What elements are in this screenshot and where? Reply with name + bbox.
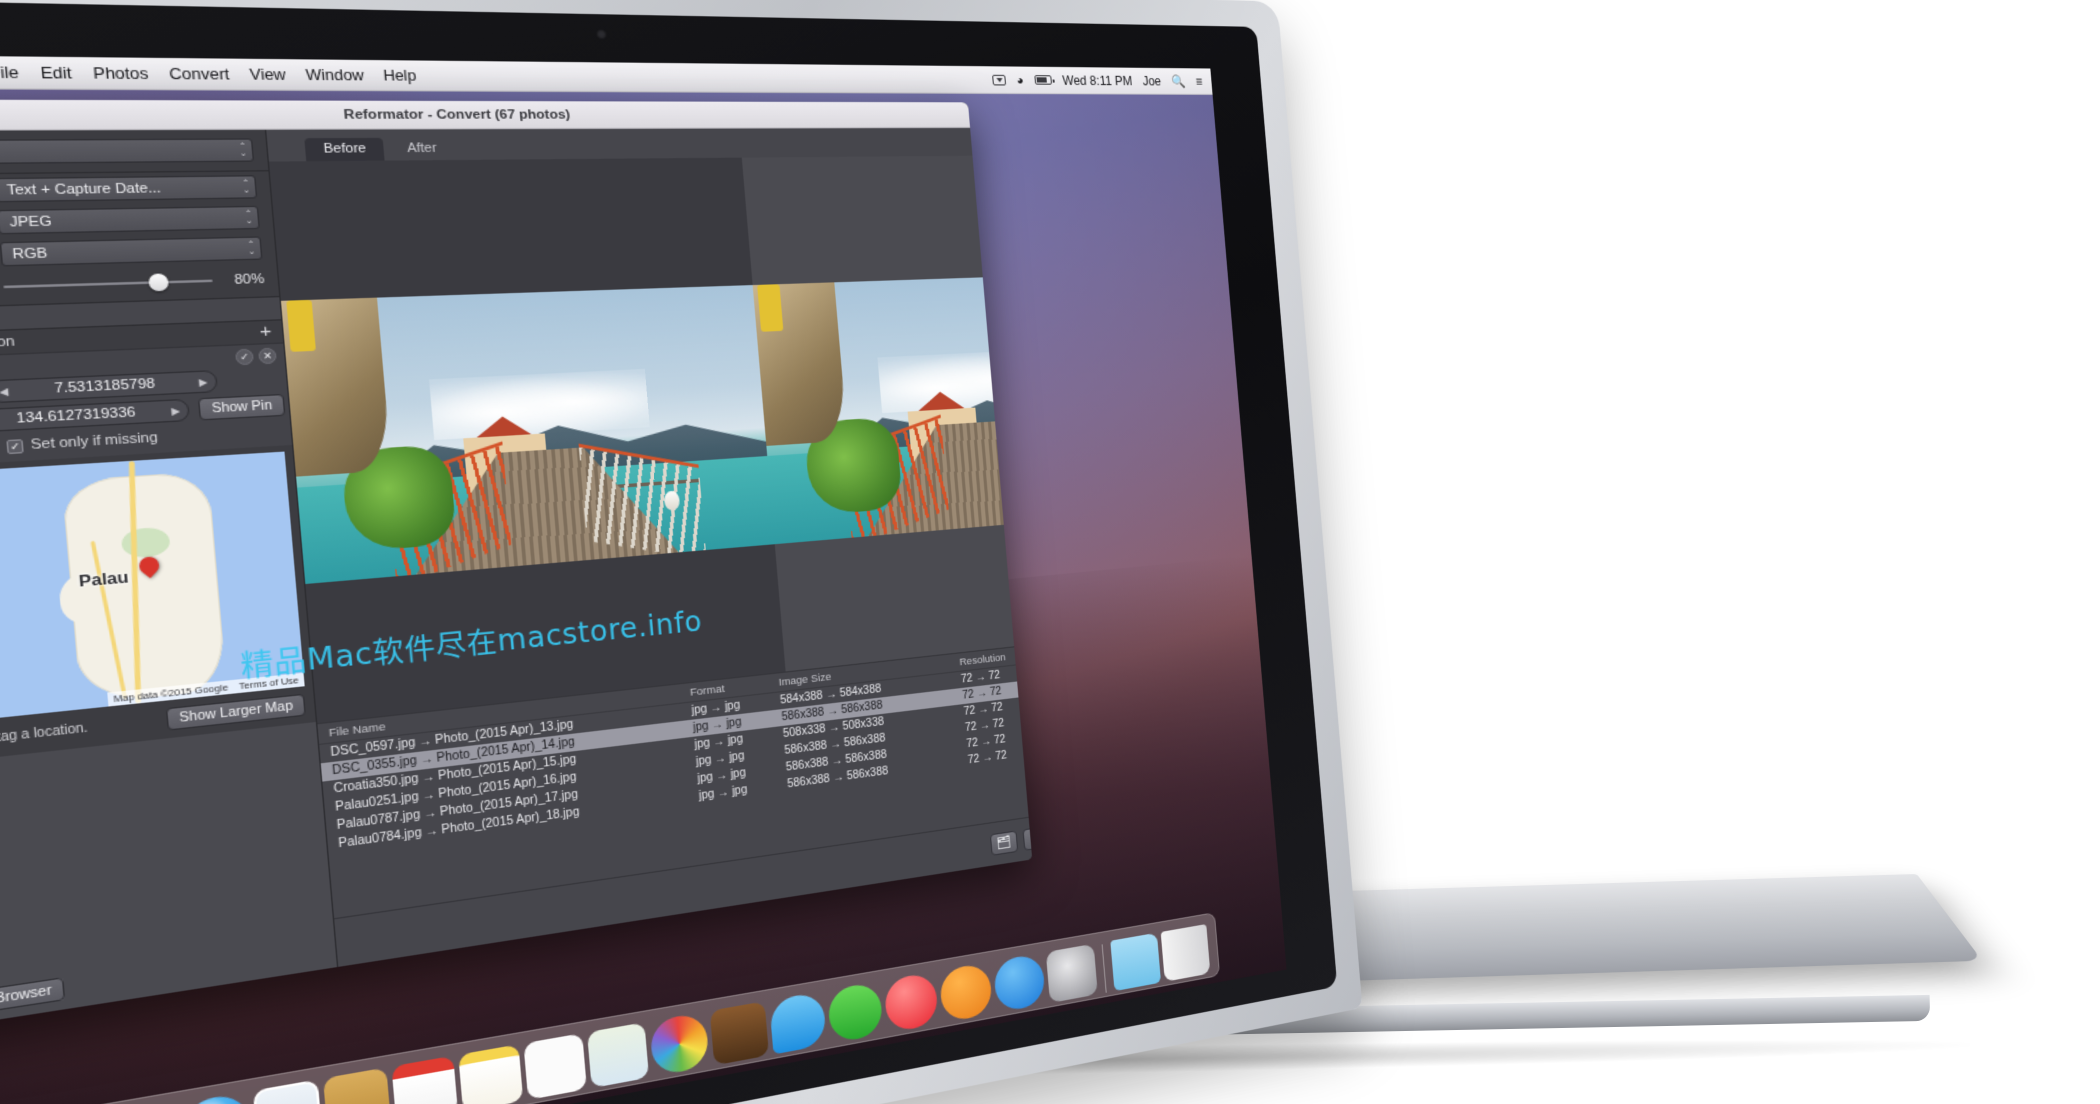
search-icon[interactable]: 🔍 xyxy=(1171,74,1186,88)
set-only-if-missing-checkbox[interactable]: ✓ xyxy=(6,438,24,454)
macos-menu-bar[interactable]:  Reformator File Edit Photos Convert Vi… xyxy=(0,54,1213,95)
preview-before[interactable] xyxy=(268,157,787,724)
quality-value: 80% xyxy=(233,271,265,288)
facetime-camera-icon xyxy=(595,29,608,40)
action-toggle-buttons: ✓ ✕ xyxy=(234,347,277,366)
desktop-screen:  Reformator File Edit Photos Convert Vi… xyxy=(0,54,1287,1104)
longitude-increment-icon[interactable]: ▶ xyxy=(171,405,181,417)
file-name-dropdown[interactable]: Text + Capture Date... xyxy=(0,175,258,203)
preset-dropdown[interactable]: Custom xyxy=(0,138,255,165)
image-format-dropdown[interactable]: JPEG xyxy=(0,205,260,235)
menu-bar-clock[interactable]: Wed 8:11 PM xyxy=(1062,73,1133,88)
wifi-icon[interactable]: ◕ xyxy=(1016,72,1025,87)
ibooks-icon[interactable] xyxy=(938,962,994,1023)
preset-row: Preset: Custom xyxy=(0,129,269,176)
app-store-icon[interactable] xyxy=(992,952,1047,1013)
photo-booth-icon[interactable] xyxy=(709,1001,770,1066)
set-only-if-missing-label: Set only if missing xyxy=(30,430,159,453)
quality-slider-knob[interactable] xyxy=(148,273,170,292)
x-icon[interactable]: ✕ xyxy=(258,347,277,365)
itunes-icon[interactable] xyxy=(883,971,939,1034)
batch-rename-icon[interactable]: 🗂 xyxy=(989,829,1018,856)
facetime-icon[interactable] xyxy=(826,981,884,1044)
menu-item-window[interactable]: Window xyxy=(305,66,365,83)
laptop-lid:  Reformator File Edit Photos Convert Vi… xyxy=(0,0,1363,1104)
notification-center-icon[interactable]: ≡ xyxy=(1195,74,1203,88)
menu-item-view[interactable]: View xyxy=(249,66,287,83)
airplay-icon[interactable] xyxy=(991,74,1006,85)
preview-pane: Before After File Name Format Image Size… xyxy=(266,127,1033,967)
menu-item-file[interactable]: File xyxy=(0,63,20,81)
latitude-increment-icon[interactable]: ▶ xyxy=(199,376,208,388)
reminders-icon[interactable] xyxy=(523,1033,587,1100)
calendar-icon[interactable] xyxy=(391,1055,459,1104)
screen-bezel:  Reformator File Edit Photos Convert Vi… xyxy=(0,0,1338,1104)
plus-icon[interactable]: + xyxy=(259,321,273,342)
photo-palm-frond xyxy=(286,299,317,352)
tab-before[interactable]: Before xyxy=(304,137,386,162)
notes-icon[interactable] xyxy=(458,1044,524,1104)
menu-bar-user[interactable]: Joe xyxy=(1142,73,1162,88)
messages-icon[interactable] xyxy=(768,991,827,1055)
tab-after[interactable]: After xyxy=(388,138,455,161)
photo-before xyxy=(280,285,776,585)
downloads-folder-icon[interactable] xyxy=(1110,932,1162,992)
contacts-icon[interactable] xyxy=(322,1067,392,1104)
menu-item-edit[interactable]: Edit xyxy=(40,64,73,82)
action-title: Set GPS Location xyxy=(0,334,16,355)
action-set-gps-body: ✓ ✕ Latitude: ◀ 7.5313185798 ▶ xyxy=(0,343,292,471)
maps-icon[interactable] xyxy=(586,1022,650,1089)
mail-icon[interactable] xyxy=(252,1079,323,1104)
menu-bar-status-area: ◕ Wed 8:11 PM Joe 🔍 ≡ xyxy=(991,72,1203,88)
photo-palm-frond-after xyxy=(757,284,783,332)
battery-icon[interactable] xyxy=(1034,75,1053,85)
preview-images xyxy=(268,154,1033,724)
check-icon[interactable]: ✓ xyxy=(234,348,254,366)
quality-slider[interactable] xyxy=(3,271,214,297)
latitude-value: 7.5313185798 xyxy=(53,376,156,397)
gps-map[interactable]: Palau + − Google Map data ©2015 Google T… xyxy=(0,451,305,729)
window-title-bar[interactable]: Reformator - Convert (67 photos) xyxy=(0,99,971,131)
menu-item-photos[interactable]: Photos xyxy=(93,64,150,82)
latitude-decrement-icon[interactable]: ◀ xyxy=(0,385,9,397)
show-pin-button[interactable]: Show Pin xyxy=(198,393,286,421)
photos-icon[interactable] xyxy=(649,1011,710,1077)
product-shot-stage: ⚡ ⚡  Reformator File Edit xyxy=(0,0,2100,1104)
quality-slider-track xyxy=(3,279,213,289)
lid-shell:  Reformator File Edit Photos Convert Vi… xyxy=(0,0,1363,1104)
safari-icon[interactable] xyxy=(180,1091,253,1104)
system-preferences-icon[interactable] xyxy=(1045,943,1098,1004)
longitude-value: 134.6127319336 xyxy=(15,405,137,427)
window-title: Reformator - Convert (67 photos) xyxy=(343,107,571,122)
dock-separator xyxy=(1101,944,1107,993)
trash-icon[interactable] xyxy=(1160,924,1211,982)
menu-item-help[interactable]: Help xyxy=(382,67,416,84)
color-model-dropdown[interactable]: RGB xyxy=(0,236,263,267)
menu-item-convert[interactable]: Convert xyxy=(168,65,230,83)
